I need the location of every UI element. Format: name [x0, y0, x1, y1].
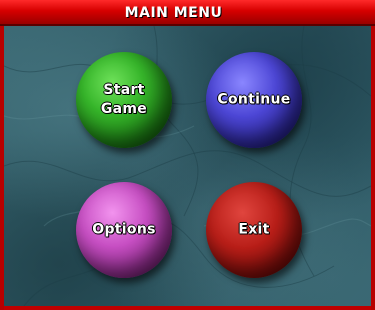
continue-label: Continue [217, 91, 291, 108]
continue-button[interactable]: Continue [206, 52, 302, 148]
start-game-button[interactable]: Start Game [76, 52, 172, 148]
window-title: MAIN MENU [124, 5, 223, 21]
main-menu-window: MAIN MENU Start Game Continue Options Ex… [0, 0, 375, 310]
title-bar: MAIN MENU [0, 0, 375, 26]
marble-texture [4, 26, 371, 306]
options-label: Options [92, 221, 156, 238]
options-button[interactable]: Options [76, 182, 172, 278]
start-game-label: Start Game [100, 82, 148, 117]
exit-label: Exit [238, 221, 270, 238]
menu-panel: Start Game Continue Options Exit [4, 26, 371, 310]
exit-button[interactable]: Exit [206, 182, 302, 278]
